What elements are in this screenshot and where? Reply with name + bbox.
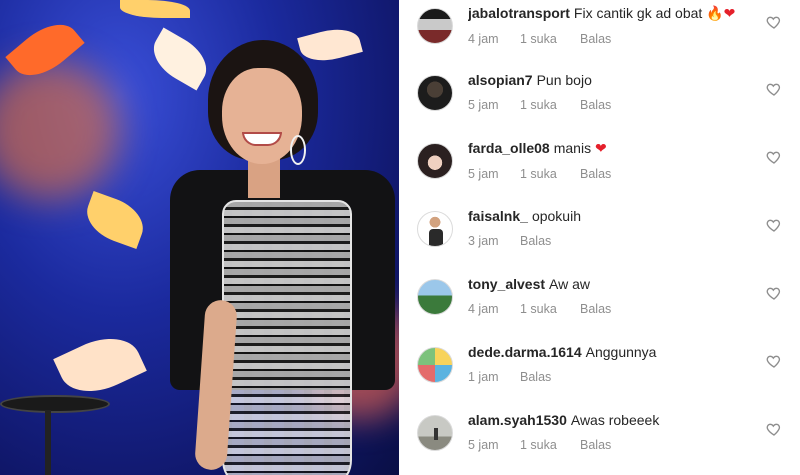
comment-time[interactable]: 4 jam <box>468 302 520 316</box>
avatar[interactable] <box>417 143 453 179</box>
red-heart-emoji: ❤ <box>723 6 736 22</box>
comment-time[interactable]: 5 jam <box>468 438 520 452</box>
comment-line: dede.darma.1614 Anggunnya <box>468 343 758 361</box>
reply-button[interactable]: Balas <box>580 167 611 181</box>
reply-button[interactable]: Balas <box>520 370 551 384</box>
comment-item: jabalotransport Fix cantik gk ad obat 🔥❤ … <box>399 4 800 64</box>
heart-outline-icon[interactable] <box>766 14 782 30</box>
reply-button[interactable]: Balas <box>580 98 611 112</box>
avatar[interactable] <box>417 415 453 451</box>
comment-username[interactable]: farda_olle08 <box>468 140 550 156</box>
comment-time[interactable]: 5 jam <box>468 167 520 181</box>
comment-meta: 4 jam 1 suka Balas <box>468 32 758 46</box>
heart-outline-icon[interactable] <box>766 285 782 301</box>
comment-username[interactable]: tony_alvest <box>468 276 545 292</box>
red-heart-emoji: ❤ <box>594 141 607 157</box>
comment-meta: 3 jam Balas <box>468 234 758 248</box>
heart-outline-icon[interactable] <box>766 421 782 437</box>
comment-body: tony_alvest Aw aw 4 jam 1 suka Balas <box>468 275 758 316</box>
comment-line: tony_alvest Aw aw <box>468 275 758 293</box>
comment-item: alam.syah1530 Awas robeeek 5 jam 1 suka B… <box>399 411 800 471</box>
comment-meta: 4 jam 1 suka Balas <box>468 302 758 316</box>
comment-item: tony_alvest Aw aw 4 jam 1 suka Balas <box>399 275 800 335</box>
comment-meta: 5 jam 1 suka Balas <box>468 167 758 181</box>
comment-username[interactable]: jabalotransport <box>468 5 570 21</box>
avatar[interactable] <box>417 75 453 111</box>
comment-likes[interactable]: 1 suka <box>520 98 580 112</box>
heart-outline-icon[interactable] <box>766 149 782 165</box>
comment-body: alam.syah1530 Awas robeeek 5 jam 1 suka B… <box>468 411 758 452</box>
comment-line: jabalotransport Fix cantik gk ad obat 🔥❤ <box>468 4 758 23</box>
comment-likes[interactable]: 1 suka <box>520 438 580 452</box>
heart-outline-icon[interactable] <box>766 217 782 233</box>
comment-line: farda_olle08 manis ❤ <box>468 139 758 158</box>
avatar[interactable] <box>417 279 453 315</box>
comment-username[interactable]: dede.darma.1614 <box>468 344 582 360</box>
comment-body: alsopian7 Pun bojo 5 jam 1 suka Balas <box>468 71 758 112</box>
avatar[interactable] <box>417 211 453 247</box>
comment-likes[interactable]: 1 suka <box>520 32 580 46</box>
comment-body: jabalotransport Fix cantik gk ad obat 🔥❤ … <box>468 4 758 46</box>
heart-outline-icon[interactable] <box>766 353 782 369</box>
reply-button[interactable]: Balas <box>580 32 611 46</box>
comment-item: faisalnk_ opokuih 3 jam Balas <box>399 207 800 267</box>
post-photo <box>0 0 399 475</box>
comment-username[interactable]: faisalnk_ <box>468 208 528 224</box>
singer-neck <box>248 158 280 198</box>
comment-text: Fix cantik gk ad obat <box>573 5 703 21</box>
singer-dress <box>222 200 352 475</box>
comment-time[interactable]: 3 jam <box>468 234 520 248</box>
comment-text: Aw aw <box>549 276 591 292</box>
stage-decoration <box>53 325 147 405</box>
comment-body: faisalnk_ opokuih 3 jam Balas <box>468 207 758 248</box>
comment-time[interactable]: 5 jam <box>468 98 520 112</box>
comment-username[interactable]: alam.syah1530 <box>468 412 567 428</box>
comment-line: alsopian7 Pun bojo <box>468 71 758 89</box>
comment-time[interactable]: 1 jam <box>468 370 520 384</box>
comment-meta: 5 jam 1 suka Balas <box>468 98 758 112</box>
stage-decoration <box>79 190 151 250</box>
comment-meta: 1 jam Balas <box>468 370 758 384</box>
reply-button[interactable]: Balas <box>580 438 611 452</box>
comment-item: farda_olle08 manis ❤ 5 jam 1 suka Balas <box>399 139 800 199</box>
avatar[interactable] <box>417 8 453 44</box>
drum-stand <box>45 410 51 475</box>
stage-decoration <box>120 0 190 18</box>
comment-likes[interactable]: 1 suka <box>520 167 580 181</box>
singer-earring <box>290 135 306 165</box>
comment-body: dede.darma.1614 Anggunnya 1 jam Balas <box>468 343 758 384</box>
comment-time[interactable]: 4 jam <box>468 32 520 46</box>
avatar[interactable] <box>417 347 453 383</box>
comment-likes[interactable]: 1 suka <box>520 302 580 316</box>
comments-panel: jabalotransport Fix cantik gk ad obat 🔥❤ … <box>399 0 800 475</box>
comment-item: alsopian7 Pun bojo 5 jam 1 suka Balas <box>399 71 800 131</box>
comment-text: Anggunnya <box>585 344 657 360</box>
comment-text: opokuih <box>531 208 581 224</box>
comment-body: farda_olle08 manis ❤ 5 jam 1 suka Balas <box>468 139 758 181</box>
fire-emoji: 🔥 <box>706 6 724 22</box>
comment-item: dede.darma.1614 Anggunnya 1 jam Balas <box>399 343 800 403</box>
reply-button[interactable]: Balas <box>520 234 551 248</box>
comment-meta: 5 jam 1 suka Balas <box>468 438 758 452</box>
comment-text: manis <box>553 140 592 156</box>
drum-cymbal <box>0 395 110 413</box>
comment-text: Pun bojo <box>536 72 592 88</box>
stage-light <box>0 60 120 200</box>
singer <box>160 40 399 475</box>
reply-button[interactable]: Balas <box>580 302 611 316</box>
heart-outline-icon[interactable] <box>766 81 782 97</box>
comment-username[interactable]: alsopian7 <box>468 72 533 88</box>
comment-line: faisalnk_ opokuih <box>468 207 758 225</box>
comment-line: alam.syah1530 Awas robeeek <box>468 411 758 429</box>
comment-text: Awas robeeek <box>570 412 660 428</box>
